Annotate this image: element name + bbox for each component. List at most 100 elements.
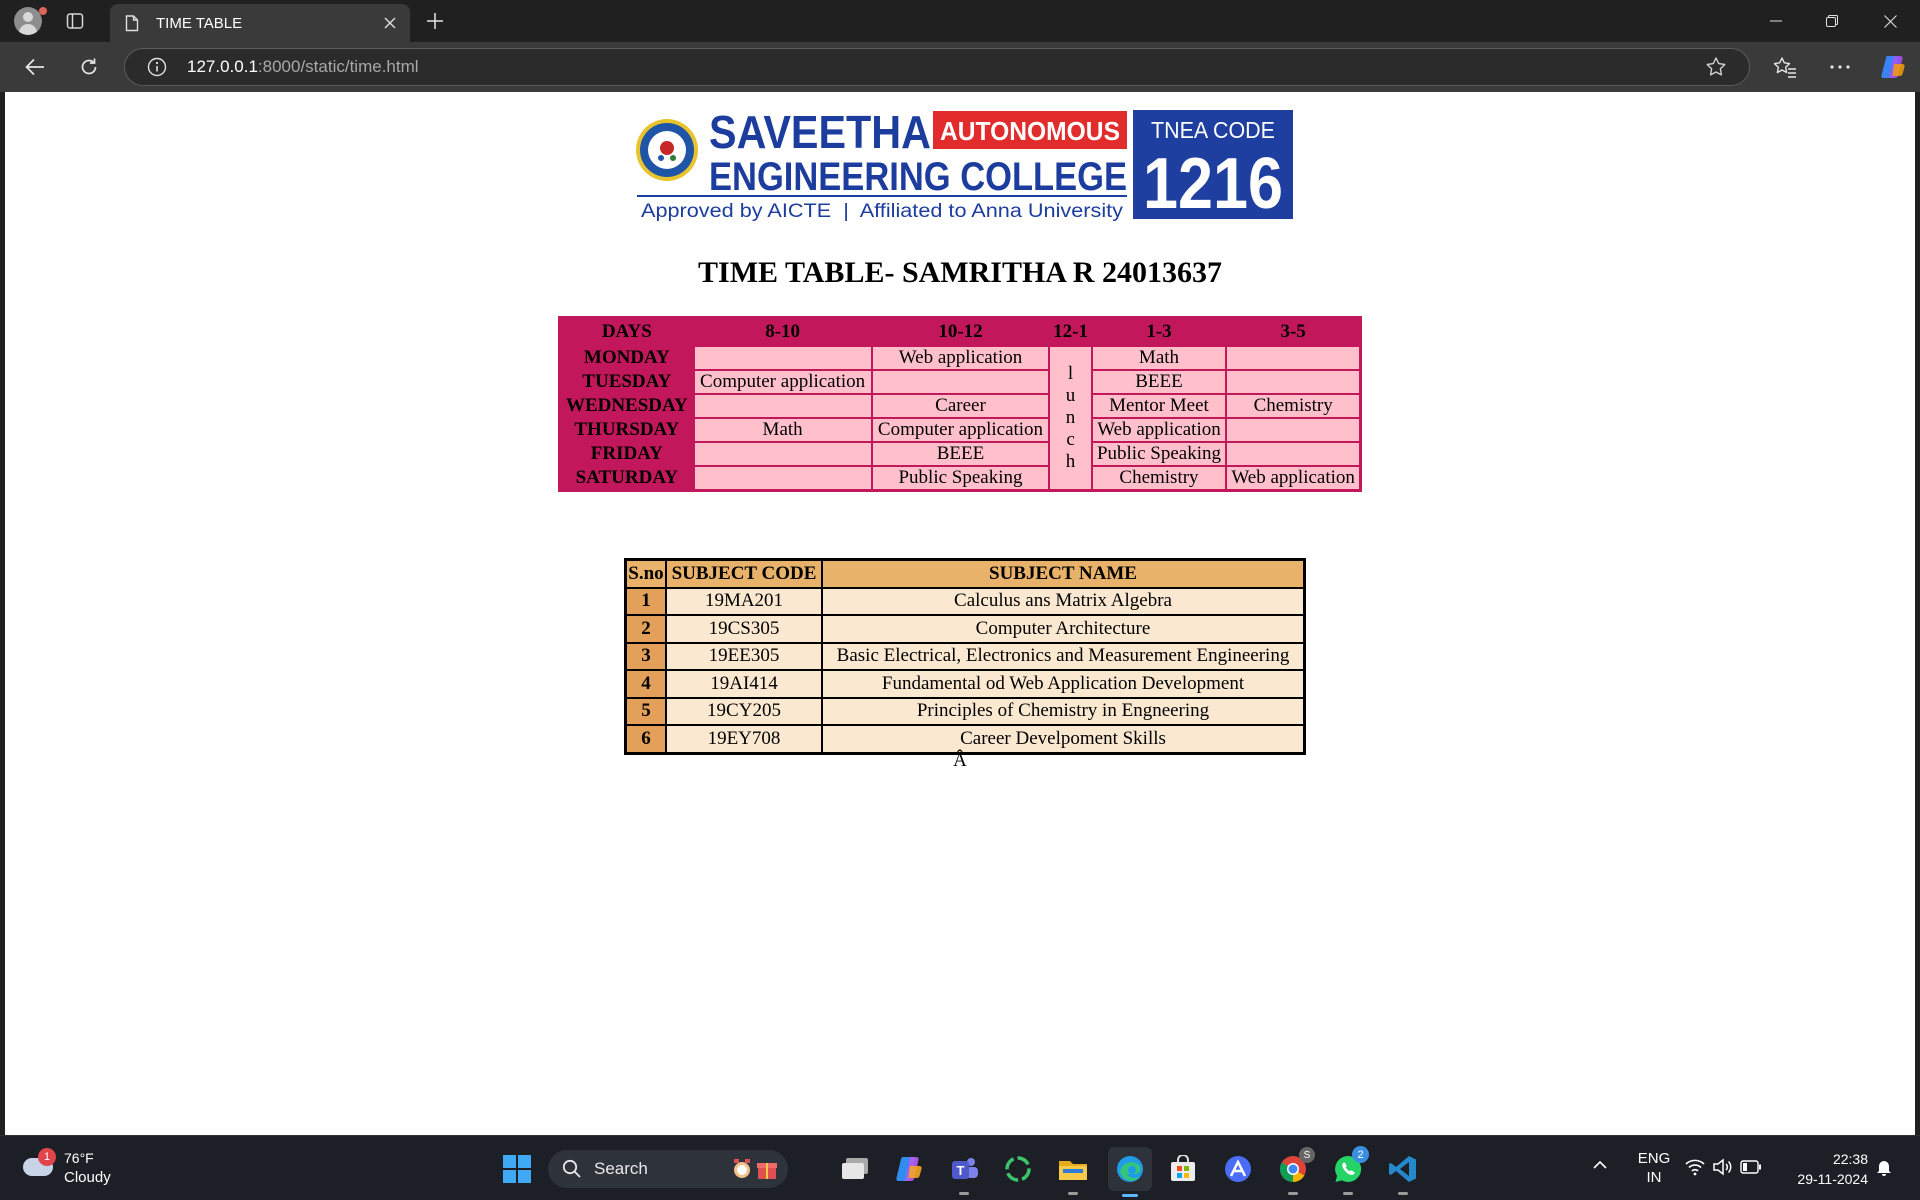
battery-icon[interactable] (1740, 1160, 1762, 1179)
chevron-up-icon[interactable] (1591, 1156, 1609, 1179)
timetable-row-friday: FRIDAY BEEE Public Speaking (561, 442, 1359, 465)
slot-cell (694, 394, 871, 417)
day-label: TUESDAY (582, 370, 672, 392)
header-subject-code: SUBJECT CODE (666, 560, 822, 588)
search-highlight-icon (730, 1157, 778, 1181)
teams-icon[interactable]: T (944, 1149, 984, 1195)
lunch-letter: n (1065, 406, 1076, 428)
sno-cell: 5 (626, 697, 666, 725)
copilot-app-icon[interactable] (889, 1149, 929, 1189)
taskbar: 1 76°F Cloudy Search T S 2 ENG IN 22:38 … (0, 1135, 1920, 1200)
subject-name-cell: Fundamental od Web Application Developme… (822, 670, 1304, 698)
restore-icon[interactable] (1804, 0, 1860, 42)
timetable-row-wednesday: WEDNESDAY Career Mentor Meet Chemistry (561, 394, 1359, 417)
table-row: 1 19MA201 Calculus ans Matrix Algebra (626, 587, 1304, 615)
slot-cell: Computer application (872, 418, 1049, 441)
page-icon (120, 11, 144, 35)
day-label: MONDAY (583, 346, 670, 368)
timetable-row-thursday: THURSDAY Math Computer application Web a… (561, 418, 1359, 441)
address-bar[interactable]: 127.0.0.1:8000/static/time.html (124, 48, 1750, 86)
subject-name-cell: Principles of Chemistry in Engneering (822, 697, 1304, 725)
volume-icon[interactable] (1712, 1158, 1732, 1181)
star-icon[interactable] (1705, 56, 1727, 83)
header-sno: S.no (626, 560, 666, 588)
svg-text:T: T (957, 1163, 965, 1178)
college-emblem (636, 119, 698, 181)
logo-name-line1: SAVEETHA (709, 108, 931, 158)
subjects-header-row: S.no SUBJECT CODE SUBJECT NAME (626, 560, 1304, 588)
slot-cell: Web application (872, 346, 1049, 369)
slot-cell: Math (1092, 346, 1226, 369)
lunch-letter: c (1066, 428, 1075, 450)
bell-icon[interactable] (1876, 1158, 1892, 1181)
slot-cell (694, 466, 871, 489)
slot-cell (694, 442, 871, 465)
language-indicator[interactable]: ENG IN (1634, 1149, 1674, 1187)
tnea-code-number: 1216 (1143, 144, 1283, 222)
header-days: DAYS (601, 320, 652, 342)
store-icon[interactable] (1163, 1149, 1203, 1189)
minimize-icon[interactable] (1748, 0, 1804, 42)
back-arrow-icon[interactable] (15, 47, 55, 87)
slot-cell (1227, 346, 1359, 369)
copilot-icon[interactable] (1873, 47, 1913, 87)
header-slot-10-12: 10-12 (938, 320, 983, 342)
header-slot-8-10: 8-10 (765, 320, 801, 342)
slot-cell: Math (694, 418, 871, 441)
more-icon[interactable] (1820, 47, 1860, 87)
edge-icon[interactable] (1108, 1147, 1152, 1197)
timetable-row-saturday: SATURDAY Public Speaking Chemistry Web a… (561, 466, 1359, 489)
favorites-icon[interactable] (1765, 47, 1805, 87)
college-logo: SAVEETHA AUTONOMOUS ENGINEERING COLLEGE … (636, 108, 1293, 222)
chrome-icon[interactable]: S (1273, 1147, 1315, 1195)
slot-cell: Chemistry (1227, 394, 1359, 417)
slot-cell: Public Speaking (872, 466, 1049, 489)
reload-icon[interactable] (69, 47, 109, 87)
slot-cell: BEEE (872, 442, 1049, 465)
subject-code-cell: 19EY708 (666, 725, 822, 753)
plus-icon[interactable] (420, 0, 450, 42)
chrome-profile-badge: S (1299, 1147, 1315, 1163)
search-label: Search (594, 1159, 648, 1178)
refresh-app-icon[interactable] (998, 1149, 1038, 1189)
wifi-icon[interactable] (1685, 1158, 1705, 1181)
search-icon (562, 1159, 581, 1178)
slot-cell: Computer application (694, 370, 871, 393)
info-icon[interactable] (145, 55, 169, 79)
table-row: 4 19AI414 Fundamental od Web Application… (626, 670, 1304, 698)
day-label: FRIDAY (590, 442, 663, 464)
task-view-icon[interactable] (835, 1149, 875, 1189)
slot-cell: Web application (1227, 466, 1359, 489)
subject-name-cell: Basic Electrical, Electronics and Measur… (822, 642, 1304, 670)
sno-cell: 4 (626, 670, 666, 698)
header-slot-12-1: 12-1 (1053, 320, 1088, 342)
clock[interactable]: 22:38 29-11-2024 (1786, 1149, 1868, 1189)
sno-cell: 2 (626, 615, 666, 643)
explorer-icon[interactable] (1053, 1149, 1093, 1195)
tab-time-table[interactable]: TIME TABLE (110, 4, 410, 42)
close-window-icon[interactable] (1862, 0, 1918, 42)
weather-condition: Cloudy (64, 1169, 111, 1186)
arc-app-icon[interactable] (1218, 1149, 1258, 1189)
subject-code-cell: 19EE305 (666, 642, 822, 670)
subject-name-cell: Computer Architecture (822, 615, 1304, 643)
slot-cell: Public Speaking (1092, 442, 1226, 465)
windows-start-icon[interactable] (497, 1149, 537, 1189)
weather-widget[interactable]: 1 76°F Cloudy (20, 1148, 130, 1190)
slot-cell: Chemistry (1092, 466, 1226, 489)
subjects-table: S.no SUBJECT CODE SUBJECT NAME 1 19MA201… (624, 558, 1306, 755)
day-label: THURSDAY (574, 418, 680, 440)
url-text[interactable]: 127.0.0.1:8000/static/time.html (187, 57, 419, 77)
slot-cell (872, 370, 1049, 393)
tab-title: TIME TABLE (156, 14, 243, 32)
close-tab-icon[interactable] (378, 11, 402, 35)
whatsapp-icon[interactable]: 2 (1328, 1146, 1369, 1195)
vscode-icon[interactable] (1383, 1149, 1423, 1195)
logo-name-line2: ENGINEERING COLLEGE (709, 155, 1127, 199)
taskbar-search[interactable]: Search (548, 1150, 788, 1188)
slot-cell (1227, 370, 1359, 393)
slot-cell: Career (872, 394, 1049, 417)
profile-avatar[interactable] (10, 0, 47, 42)
tab-actions-icon[interactable] (60, 0, 90, 42)
logo-autonomous-badge: AUTONOMOUS (940, 116, 1120, 146)
